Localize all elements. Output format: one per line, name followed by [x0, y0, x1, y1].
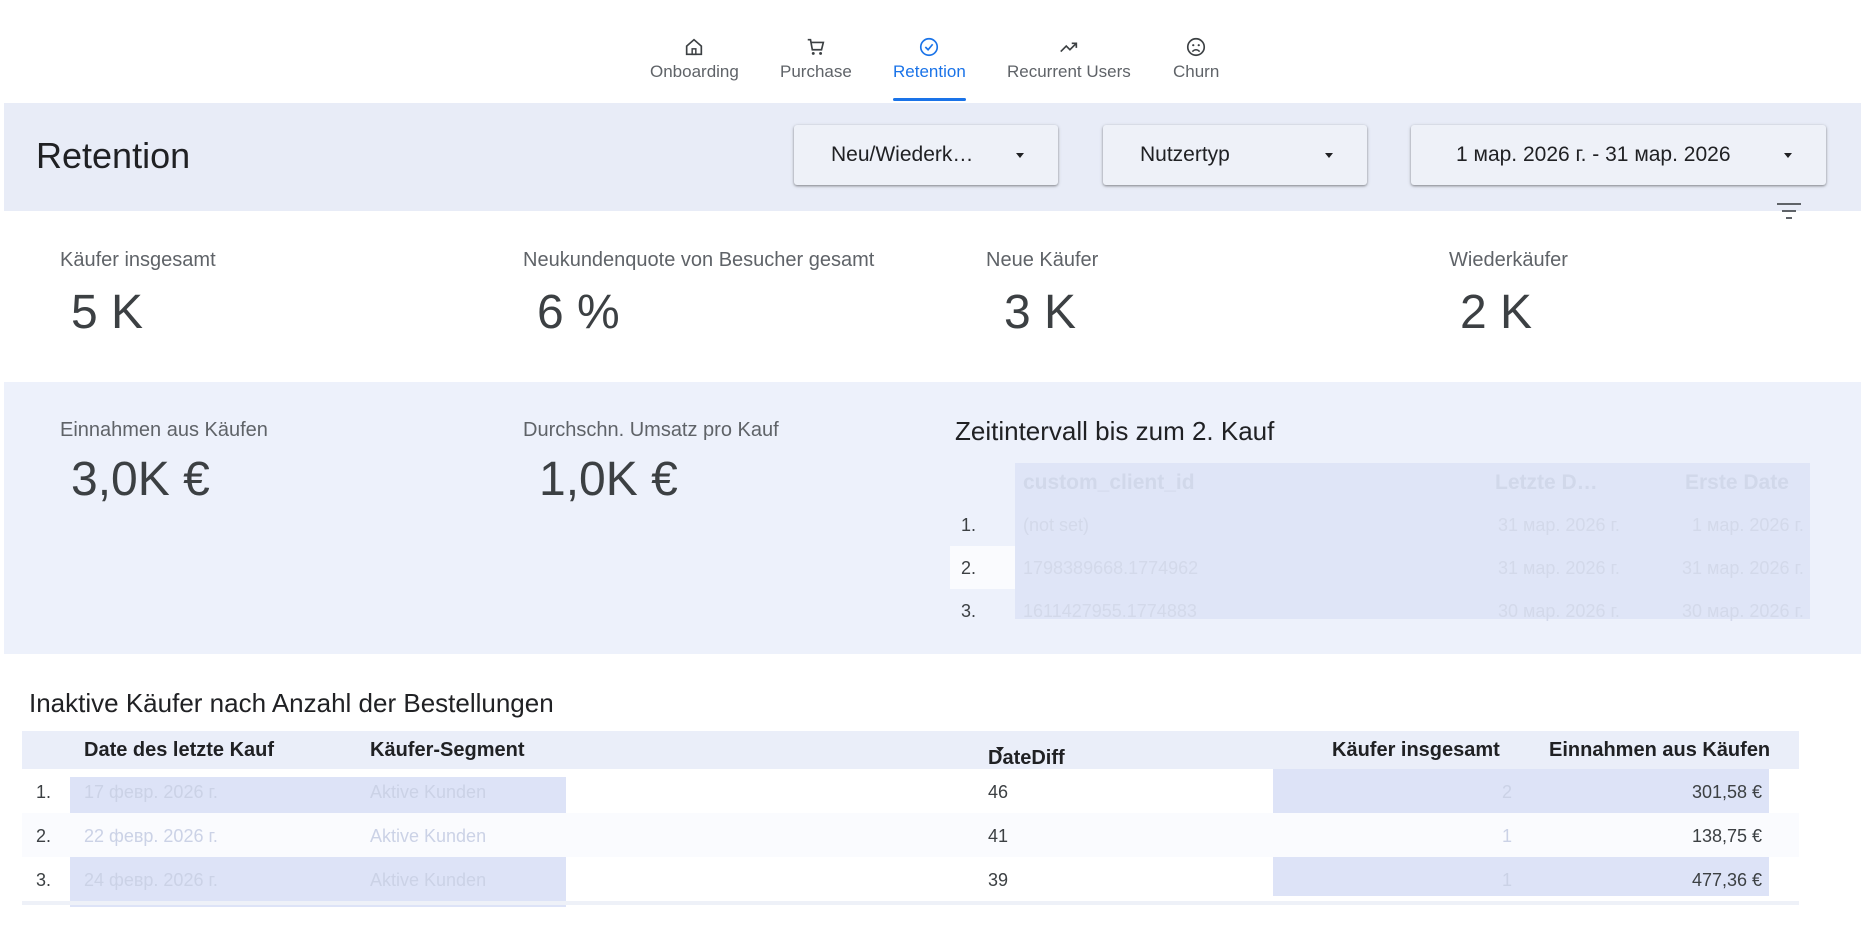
- tab-label: Recurrent Users: [1007, 62, 1131, 81]
- column-header[interactable]: Date des letzte Kauf: [84, 739, 274, 762]
- first-date-cell: 1 мар. 2026 г.: [1692, 515, 1804, 535]
- column-header[interactable]: Erste Date: [1685, 471, 1789, 495]
- chevron-down-icon: [1325, 153, 1333, 158]
- first-date-cell: 30 мар. 2026 г.: [1682, 601, 1804, 621]
- table-row[interactable]: 2. 22 февр. 2026 г. Aktive Kunden 41 1 1…: [22, 813, 1799, 857]
- trending-up-icon: [1060, 42, 1078, 53]
- redacted-block: [1015, 503, 1810, 546]
- active-tab-indicator: [893, 98, 966, 101]
- page-title: Retention: [36, 135, 191, 176]
- chevron-down-icon: [1784, 153, 1792, 158]
- client-id-cell: (not set): [1023, 515, 1090, 535]
- tab-churn[interactable]: Churn: [1173, 36, 1219, 102]
- segment-cell: Aktive Kunden: [370, 782, 487, 802]
- datediff-cell: 39: [988, 870, 1009, 890]
- kpi-value: 5 K: [71, 286, 144, 339]
- segment-cell: Aktive Kunden: [370, 870, 487, 890]
- row-number: 3.: [36, 870, 52, 890]
- page-header: Retention Neu/Wiederk… Nutzertyp 1 мар. …: [4, 103, 1861, 211]
- table-bottom-edge: [22, 901, 1799, 905]
- user-type-dropdown[interactable]: Nutzertyp: [1103, 125, 1367, 185]
- table-row[interactable]: 3. 24 февр. 2026 г. Aktive Kunden 39 1 4…: [22, 857, 1799, 901]
- kpi-label: Durchschn. Umsatz pro Kauf: [523, 419, 779, 441]
- dropdown-value: 1 мар. 2026 г. - 31 мар. 2026: [1456, 143, 1731, 166]
- dropdown-value: Neu/Wiederk…: [831, 143, 974, 166]
- row-number: 2.: [36, 826, 52, 846]
- tab-label: Onboarding: [650, 62, 739, 81]
- kpi-label: Käufer insgesamt: [60, 249, 216, 271]
- table-row[interactable]: 1. 17 февр. 2026 г. Aktive Kunden 46 2 3…: [22, 769, 1799, 813]
- last-date-cell: 30 мар. 2026 г.: [1498, 601, 1620, 621]
- tab-label: Churn: [1173, 62, 1220, 81]
- kpi-label: Einnahmen aus Käufen: [60, 419, 268, 441]
- datediff-cell: 41: [988, 826, 1009, 846]
- column-header[interactable]: custom_client_id: [1023, 471, 1195, 495]
- buyers-cell: 1: [1502, 870, 1513, 890]
- interval-table-title: Zeitintervall bis zum 2. Kauf: [955, 416, 1275, 446]
- tab-purchase[interactable]: Purchase: [780, 36, 852, 102]
- sort-desc-icon: [996, 747, 1004, 752]
- date-range-dropdown[interactable]: 1 мар. 2026 г. - 31 мар. 2026: [1411, 125, 1826, 185]
- column-header[interactable]: Käufer insgesamt: [1332, 739, 1500, 762]
- tab-retention[interactable]: Retention: [893, 36, 966, 102]
- kpi-value: 6 %: [537, 286, 620, 339]
- top-navigation: Onboarding Purchase Retention Recurrent …: [0, 0, 1861, 102]
- revenue-cell: 477,36 €: [1692, 870, 1763, 890]
- buyers-cell: 1: [1502, 826, 1513, 846]
- home-icon: [686, 38, 703, 56]
- kpi-label: Neue Käufer: [986, 249, 1099, 271]
- kpi-label: Neukundenquote von Besucher gesamt: [523, 249, 875, 271]
- table-row[interactable]: 2. 1798389668.1774962 31 мар. 2026 г. 31…: [950, 546, 1810, 589]
- cart-icon: [807, 38, 825, 55]
- table-header: Date des letzte Kauf Käufer-Segment Date…: [22, 731, 1799, 769]
- client-id-cell: 1798389668.1774962: [1023, 558, 1199, 578]
- customer-type-dropdown[interactable]: Neu/Wiederk…: [794, 125, 1058, 185]
- tab-label: Purchase: [780, 62, 852, 81]
- revenue-cell: 138,75 €: [1692, 826, 1763, 846]
- revenue-cell: 301,58 €: [1692, 782, 1763, 802]
- table-row[interactable]: 1. (not set) 31 мар. 2026 г. 1 мар. 2026…: [950, 503, 1810, 546]
- column-header[interactable]: Letzte D…: [1495, 471, 1598, 495]
- date-cell: 17 февр. 2026 г.: [84, 782, 218, 802]
- buyers-cell: 2: [1502, 782, 1513, 802]
- row-number: 2.: [961, 558, 977, 578]
- dropdown-value: Nutzertyp: [1140, 143, 1230, 166]
- last-date-cell: 31 мар. 2026 г.: [1498, 515, 1620, 535]
- client-id-cell: 1611427955.1774883: [1023, 601, 1197, 621]
- date-cell: 24 февр. 2026 г.: [84, 870, 218, 890]
- kpi-label: Wiederkäufer: [1449, 249, 1568, 271]
- chevron-down-icon: [1016, 153, 1024, 158]
- table-header: custom_client_id Letzte D… Erste Date: [1015, 463, 1810, 503]
- last-date-cell: 31 мар. 2026 г.: [1498, 558, 1620, 578]
- column-header[interactable]: Einnahmen aus Käufen: [1549, 739, 1770, 762]
- row-number: 3.: [961, 601, 977, 621]
- check-circle-icon: [920, 37, 939, 57]
- tab-label: Retention: [893, 62, 966, 81]
- tab-onboarding[interactable]: Onboarding: [650, 36, 739, 102]
- first-date-cell: 31 мар. 2026 г.: [1682, 558, 1804, 578]
- tab-recurrent-users[interactable]: Recurrent Users: [1007, 36, 1131, 102]
- column-header[interactable]: Käufer-Segment: [370, 739, 524, 762]
- row-number: 1.: [36, 782, 52, 802]
- kpi-value: 2 K: [1460, 286, 1533, 339]
- inactive-table-title: Inaktive Käufer nach Anzahl der Bestellu…: [29, 688, 554, 718]
- filter-icon[interactable]: [1776, 201, 1802, 221]
- kpi-value: 3,0K €: [71, 453, 210, 506]
- segment-cell: Aktive Kunden: [370, 826, 487, 846]
- date-cell: 22 февр. 2026 г.: [84, 826, 218, 846]
- kpi-value: 3 K: [1004, 286, 1077, 339]
- sad-face-icon: [1187, 37, 1206, 57]
- kpi-value: 1,0K €: [539, 453, 678, 506]
- table-row[interactable]: 3. 1611427955.1774883 30 мар. 2026 г. 30…: [950, 589, 1810, 632]
- row-number: 1.: [961, 515, 977, 535]
- datediff-cell: 46: [988, 782, 1009, 802]
